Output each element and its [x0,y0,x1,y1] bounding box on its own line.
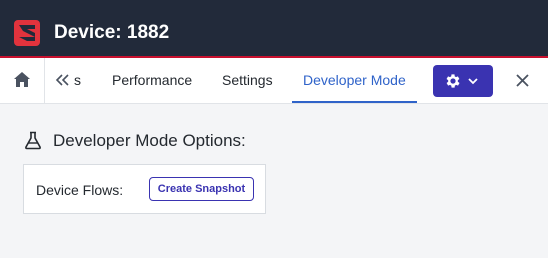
tab-settings[interactable]: Settings [222,58,273,103]
close-icon[interactable] [513,71,532,90]
section-heading: Developer Mode Options: [53,131,246,150]
title-bar: Device: 1882 [0,0,548,58]
tab-bar: s Performance Settings Developer Mode [0,58,548,104]
device-flows-label: Device Flows: [36,182,124,198]
page-title: Device: 1882 [54,22,170,43]
tab-performance[interactable]: Performance [112,58,192,103]
home-icon[interactable] [12,70,32,90]
tab-partial[interactable]: s [74,58,86,103]
arrow-logo-icon [14,20,40,46]
double-chevron-left-icon[interactable] [54,71,72,89]
tab-divider [44,58,45,103]
settings-menu-button[interactable] [433,65,493,97]
flask-icon [25,131,41,150]
chevron-down-icon [468,78,478,85]
gear-icon [446,74,460,88]
tab-developer-mode[interactable]: Developer Mode [292,58,417,103]
device-flows-panel: Device Flows: Create Snapshot [23,164,266,214]
create-snapshot-button[interactable]: Create Snapshot [149,177,254,201]
